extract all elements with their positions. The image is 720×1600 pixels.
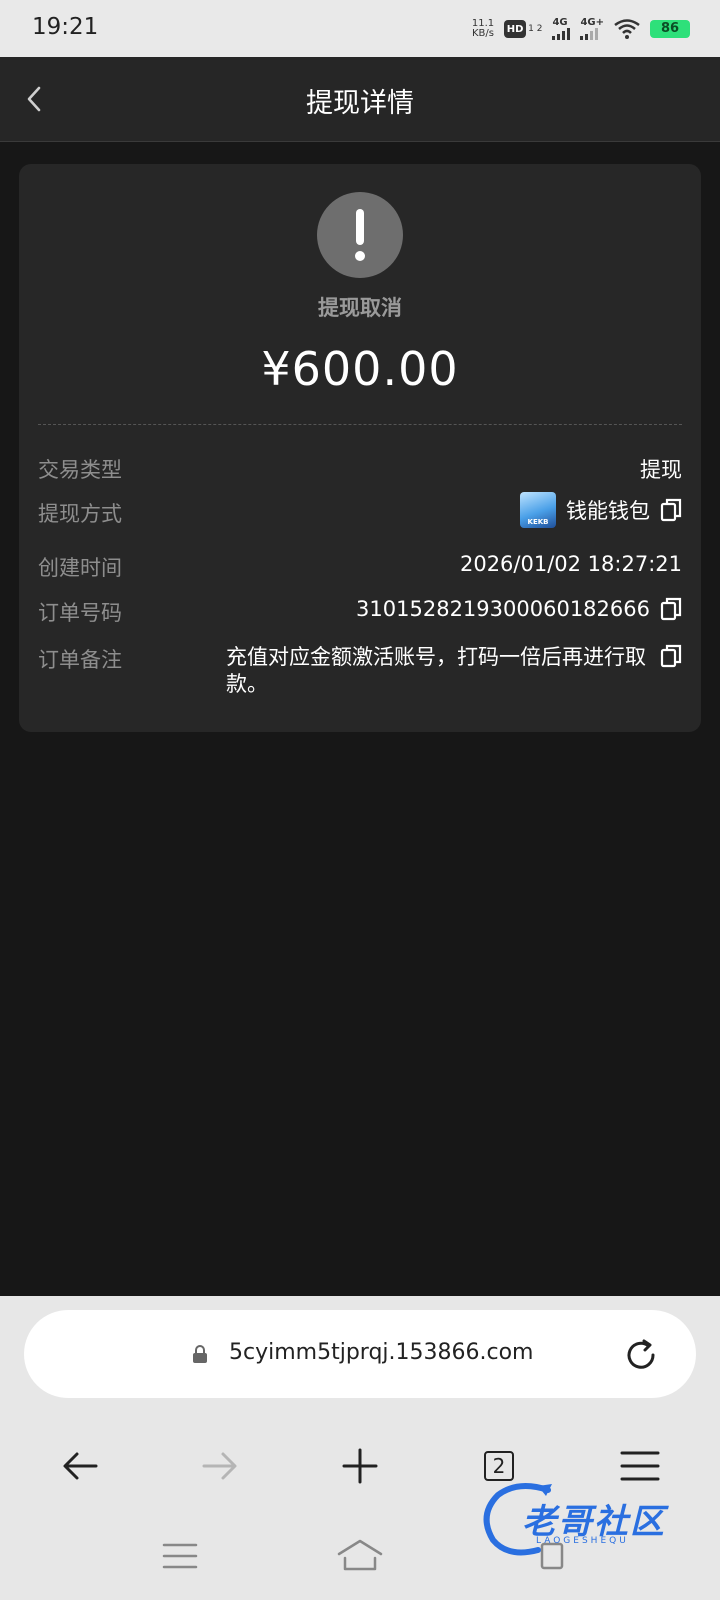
row-label: 交易类型 (38, 458, 122, 482)
reload-icon[interactable] (622, 1336, 660, 1374)
hd-sub: 1 2 (528, 23, 543, 34)
exclamation-icon (317, 192, 403, 278)
row-order-note: 订单备注 充值对应金额激活账号，打码一倍后再进行取款。 (38, 644, 682, 704)
withdrawal-detail-card: 提现取消 ¥600.00 交易类型 提现 提现方式 KEKB 钱能钱包 创建时间… (19, 164, 701, 732)
row-label: 订单备注 (38, 648, 122, 672)
status-bar: 19:21 11.1 KB/s HD 1 2 4G 4G+ 86 (0, 0, 720, 57)
browser-toolbar: 5cyimm5tjprqj.153866.com 2 老哥社区 LAOGESHE… (0, 1296, 720, 1600)
row-value: KEKB 钱能钱包 (520, 492, 682, 528)
signal-2-icon: 4G+ (580, 18, 604, 40)
row-label: 订单号码 (38, 601, 122, 625)
signal-1-icon: 4G (552, 18, 571, 40)
wifi-icon (614, 19, 640, 39)
recents-menu-icon[interactable] (162, 1542, 198, 1570)
hd-icon: HD (504, 20, 527, 38)
back-arrow-icon[interactable] (58, 1444, 102, 1488)
battery-icon: 86 (650, 20, 690, 38)
withdrawal-status: 提现取消 (318, 296, 402, 320)
withdrawal-amount: ¥600.00 (261, 342, 459, 396)
lock-icon (193, 1345, 207, 1363)
row-value: 充值对应金额激活账号，打码一倍后再进行取款。 (226, 645, 646, 696)
copy-icon[interactable] (660, 498, 682, 522)
dashed-divider (38, 424, 682, 425)
home-icon[interactable] (336, 1538, 384, 1572)
wallet-logo: KEKB (520, 492, 556, 528)
row-value: 2026/01/02 18:27:21 (459, 552, 682, 576)
status-time: 19:21 (32, 14, 99, 40)
page-title: 提现详情 (306, 88, 414, 119)
new-tab-plus-icon[interactable] (338, 1444, 382, 1488)
copy-icon[interactable] (660, 644, 682, 668)
network-speed: 11.1 KB/s (471, 18, 495, 39)
address-bar[interactable]: 5cyimm5tjprqj.153866.com (24, 1310, 696, 1398)
row-value: 提现 (640, 458, 682, 482)
forward-arrow-icon[interactable] (198, 1444, 242, 1488)
app-header: 提现详情 (0, 57, 720, 142)
url-text[interactable]: 5cyimm5tjprqj.153866.com (229, 1340, 533, 1365)
row-label: 创建时间 (38, 556, 122, 580)
copy-icon[interactable] (660, 597, 682, 621)
watermark-logo: 老哥社区 LAOGESHEQU (478, 1474, 708, 1566)
row-label: 提现方式 (38, 502, 122, 526)
watermark-subtext: LAOGESHEQU (536, 1536, 629, 1546)
status-indicators: 11.1 KB/s HD 1 2 4G 4G+ 86 (472, 14, 690, 44)
row-value: 3101528219300060182666 (356, 597, 682, 621)
